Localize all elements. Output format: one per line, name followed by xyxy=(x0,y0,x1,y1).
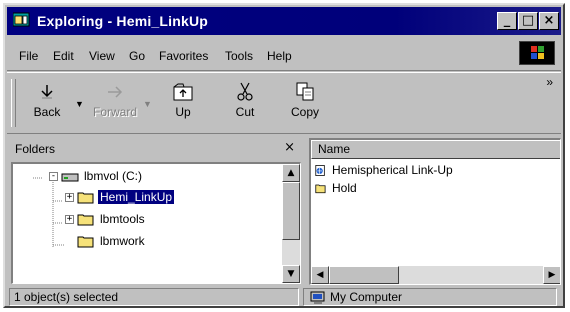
standard-toolbar: Back ▼ Forward ▼ Up Cut Copy » xyxy=(7,72,561,134)
scroll-down-arrow-icon[interactable]: ▼ xyxy=(282,265,300,283)
contents-pane: Name Hemispherical Link-Up Hold ◀ ▶ xyxy=(309,138,561,285)
toolbar-grip[interactable] xyxy=(11,79,16,127)
maximize-button[interactable]: □ xyxy=(518,12,538,30)
tree-label-hemi-linkup: Hemi_LinkUp xyxy=(96,189,176,205)
minimize-button[interactable]: _ xyxy=(497,12,517,30)
open-folder-icon xyxy=(77,192,94,204)
tree-label-drive: lbmvol (C:) xyxy=(84,169,143,183)
name-column-header[interactable]: Name xyxy=(311,140,560,159)
column-header-row: Name xyxy=(311,140,560,159)
tree-node-lbmtools[interactable]: lbmtools xyxy=(77,211,147,227)
menu-view[interactable]: View xyxy=(89,49,115,63)
tree-label-lbmtools: lbmtools xyxy=(100,212,145,226)
item-label-hold: Hold xyxy=(332,181,357,195)
tree-label-lbmwork: lbmwork xyxy=(100,234,145,248)
menu-favorites[interactable]: Favorites xyxy=(159,49,208,63)
folder-icon xyxy=(77,214,94,226)
menu-tools[interactable]: Tools xyxy=(225,49,253,63)
tree-node-hemi-linkup[interactable]: Hemi_LinkUp xyxy=(77,189,176,205)
explorer-app-icon xyxy=(13,12,30,27)
forward-label: Forward xyxy=(92,105,137,119)
status-location-label: My Computer xyxy=(330,290,403,304)
title-bar[interactable]: Exploring - Hemi_LinkUp _ □ × xyxy=(7,7,561,35)
folders-pane: Folders × - lbmvol (C:) + Hemi_LinkUp + … xyxy=(11,138,301,285)
folders-pane-title: Folders xyxy=(15,142,56,156)
folder-icon xyxy=(77,236,94,248)
back-button[interactable]: Back xyxy=(21,79,73,129)
folder-tree: - lbmvol (C:) + Hemi_LinkUp + lbmtools l… xyxy=(11,162,301,284)
internet-shortcut-icon xyxy=(315,165,325,177)
toolbar-more-chevron-icon[interactable]: » xyxy=(546,75,553,89)
menu-go[interactable]: Go xyxy=(129,49,145,63)
forward-dropdown-icon[interactable]: ▼ xyxy=(143,99,152,109)
forward-arrow-icon xyxy=(108,86,123,98)
menu-edit[interactable]: Edit xyxy=(53,49,74,63)
explorer-window: Exploring - Hemi_LinkUp _ □ × File Edit … xyxy=(3,3,565,308)
status-selection-text: 1 object(s) selected xyxy=(9,288,299,306)
close-button[interactable]: × xyxy=(539,12,559,30)
forward-button[interactable]: Forward xyxy=(89,79,141,129)
back-label: Back xyxy=(33,105,61,119)
lbmtools-expand-toggle[interactable]: + xyxy=(65,215,74,224)
drive-collapse-toggle[interactable]: - xyxy=(49,172,58,181)
scissors-icon xyxy=(237,82,253,101)
windows-logo-icon xyxy=(519,41,555,65)
copy-label: Copy xyxy=(290,105,319,119)
my-computer-icon xyxy=(310,291,325,304)
up-label: Up xyxy=(175,105,191,119)
cut-label: Cut xyxy=(235,105,255,119)
hard-drive-icon xyxy=(61,173,79,182)
item-label-hemispherical-link-up: Hemispherical Link-Up xyxy=(332,163,453,177)
menu-bar: File Edit View Go Favorites Tools Help xyxy=(7,40,561,71)
status-location-panel: My Computer xyxy=(303,288,557,306)
menu-help[interactable]: Help xyxy=(267,49,292,63)
menu-file[interactable]: File xyxy=(19,49,38,63)
folder-tree-scroll-thumb[interactable] xyxy=(282,182,300,240)
scroll-left-arrow-icon[interactable]: ◀ xyxy=(311,266,329,284)
scroll-up-arrow-icon[interactable]: ▲ xyxy=(282,164,300,182)
back-dropdown-icon[interactable]: ▼ xyxy=(75,99,84,109)
folder-icon xyxy=(315,184,326,194)
scroll-right-arrow-icon[interactable]: ▶ xyxy=(543,266,560,284)
up-folder-icon xyxy=(173,83,193,101)
list-item-hold[interactable]: Hold xyxy=(315,180,357,196)
status-bar: 1 object(s) selected My Computer xyxy=(7,288,561,306)
hemi-linkup-expand-toggle[interactable]: + xyxy=(65,193,74,202)
cut-button[interactable]: Cut xyxy=(219,79,271,129)
tree-node-drive[interactable]: lbmvol (C:) xyxy=(61,168,144,184)
copy-button[interactable]: Copy xyxy=(279,79,331,129)
folder-tree-vertical-scrollbar[interactable]: ▲ ▼ xyxy=(282,164,300,283)
folders-pane-header: Folders × xyxy=(11,138,301,160)
up-button[interactable]: Up xyxy=(157,79,209,129)
contents-horizontal-scrollbar[interactable]: ◀ ▶ xyxy=(311,266,560,284)
tree-node-lbmwork[interactable]: lbmwork xyxy=(77,233,147,249)
folders-pane-close-button[interactable]: × xyxy=(284,140,295,155)
copy-icon xyxy=(296,82,314,101)
window-title: Exploring - Hemi_LinkUp xyxy=(37,13,209,29)
list-item-hemispherical-link-up[interactable]: Hemispherical Link-Up xyxy=(315,162,453,178)
back-arrow-icon xyxy=(41,85,53,99)
contents-scroll-thumb[interactable] xyxy=(329,266,399,284)
